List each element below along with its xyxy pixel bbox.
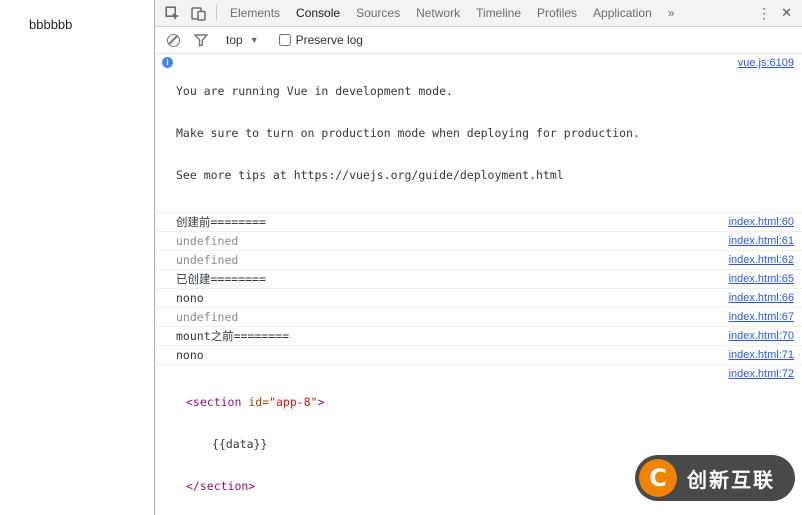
tab-overflow-chevron[interactable]: » — [660, 0, 683, 26]
message-text: nono — [176, 291, 204, 305]
console-message-row: i You are running Vue in development mod… — [155, 54, 802, 213]
devtools-menu-icon[interactable]: ⋮ — [757, 0, 771, 26]
console-message-row: undefined index.html:67 — [155, 308, 802, 327]
console-output: i You are running Vue in development mod… — [155, 54, 802, 515]
filter-icon[interactable] — [194, 33, 208, 47]
toolbar-separator — [216, 5, 217, 21]
message-text: undefined — [176, 310, 239, 324]
message-text: 创建前======== — [176, 215, 266, 229]
console-message-row: nono index.html:66 — [155, 289, 802, 308]
preserve-log-checkbox[interactable] — [278, 34, 291, 46]
preserve-log-toggle[interactable]: Preserve log — [278, 33, 363, 47]
execution-context-selector[interactable]: top ▼ — [226, 33, 259, 47]
tab-console[interactable]: Console — [288, 0, 349, 26]
source-link[interactable]: index.html:60 — [729, 215, 794, 229]
devtools-window-controls: ⋮ ✕ — [757, 0, 796, 26]
watermark: C 创新互联 — [635, 455, 795, 501]
console-message-row: nono index.html:71 — [155, 346, 802, 365]
source-link[interactable]: index.html:61 — [729, 234, 794, 248]
preserve-log-label: Preserve log — [295, 33, 363, 47]
info-icon: i — [162, 57, 173, 68]
console-message-row: mount之前======== index.html:70 — [155, 327, 802, 346]
watermark-text: 创新互联 — [687, 469, 775, 492]
source-link[interactable]: index.html:65 — [729, 272, 794, 286]
watermark-logo-icon: C — [639, 459, 677, 497]
tab-network[interactable]: Network — [408, 0, 468, 26]
message-text: mount之前======== — [176, 329, 290, 343]
inspect-element-icon[interactable] — [159, 0, 185, 26]
message-text: 已创建======== — [176, 272, 266, 286]
console-message-row: 已创建======== index.html:65 — [155, 270, 802, 289]
source-link[interactable]: index.html:71 — [729, 348, 794, 362]
message-text: nono — [176, 348, 204, 362]
tab-timeline[interactable]: Timeline — [468, 0, 529, 26]
message-text: undefined — [176, 253, 239, 267]
console-message-row: undefined index.html:62 — [155, 251, 802, 270]
source-link[interactable]: index.html:72 — [729, 367, 794, 381]
source-link[interactable]: index.html:67 — [729, 310, 794, 324]
tab-sources[interactable]: Sources — [348, 0, 408, 26]
logged-dom-element[interactable]: <section id="app-8"> {{data}} </section> — [176, 367, 719, 515]
browser-viewport: bbbbbb — [0, 0, 155, 515]
console-message-row: undefined index.html:61 — [155, 232, 802, 251]
tab-application[interactable]: Application — [585, 0, 660, 26]
clear-console-icon[interactable] — [167, 33, 180, 47]
browser-window: bbbbbb Elements Console Sources Network … — [0, 0, 802, 515]
source-link[interactable]: vue.js:6109 — [738, 56, 794, 70]
console-message-row: 创建前======== index.html:60 — [155, 213, 802, 232]
message-text: You are running Vue in development mode.… — [176, 84, 640, 182]
console-toolbar: top ▼ Preserve log — [155, 27, 802, 54]
devtools-tabbar: Elements Console Sources Network Timelin… — [155, 0, 802, 27]
tab-elements[interactable]: Elements — [222, 0, 288, 26]
page-text: bbbbbb — [29, 17, 73, 32]
device-toolbar-icon[interactable] — [185, 0, 211, 26]
tab-profiles[interactable]: Profiles — [529, 0, 585, 26]
source-link[interactable]: index.html:70 — [729, 329, 794, 343]
message-text: undefined — [176, 234, 239, 248]
devtools-close-icon[interactable]: ✕ — [781, 0, 792, 26]
context-label: top — [226, 33, 243, 47]
source-link[interactable]: index.html:66 — [729, 291, 794, 305]
chevron-down-icon: ▼ — [249, 35, 259, 45]
source-link[interactable]: index.html:62 — [729, 253, 794, 267]
devtools-panel: Elements Console Sources Network Timelin… — [155, 0, 802, 515]
